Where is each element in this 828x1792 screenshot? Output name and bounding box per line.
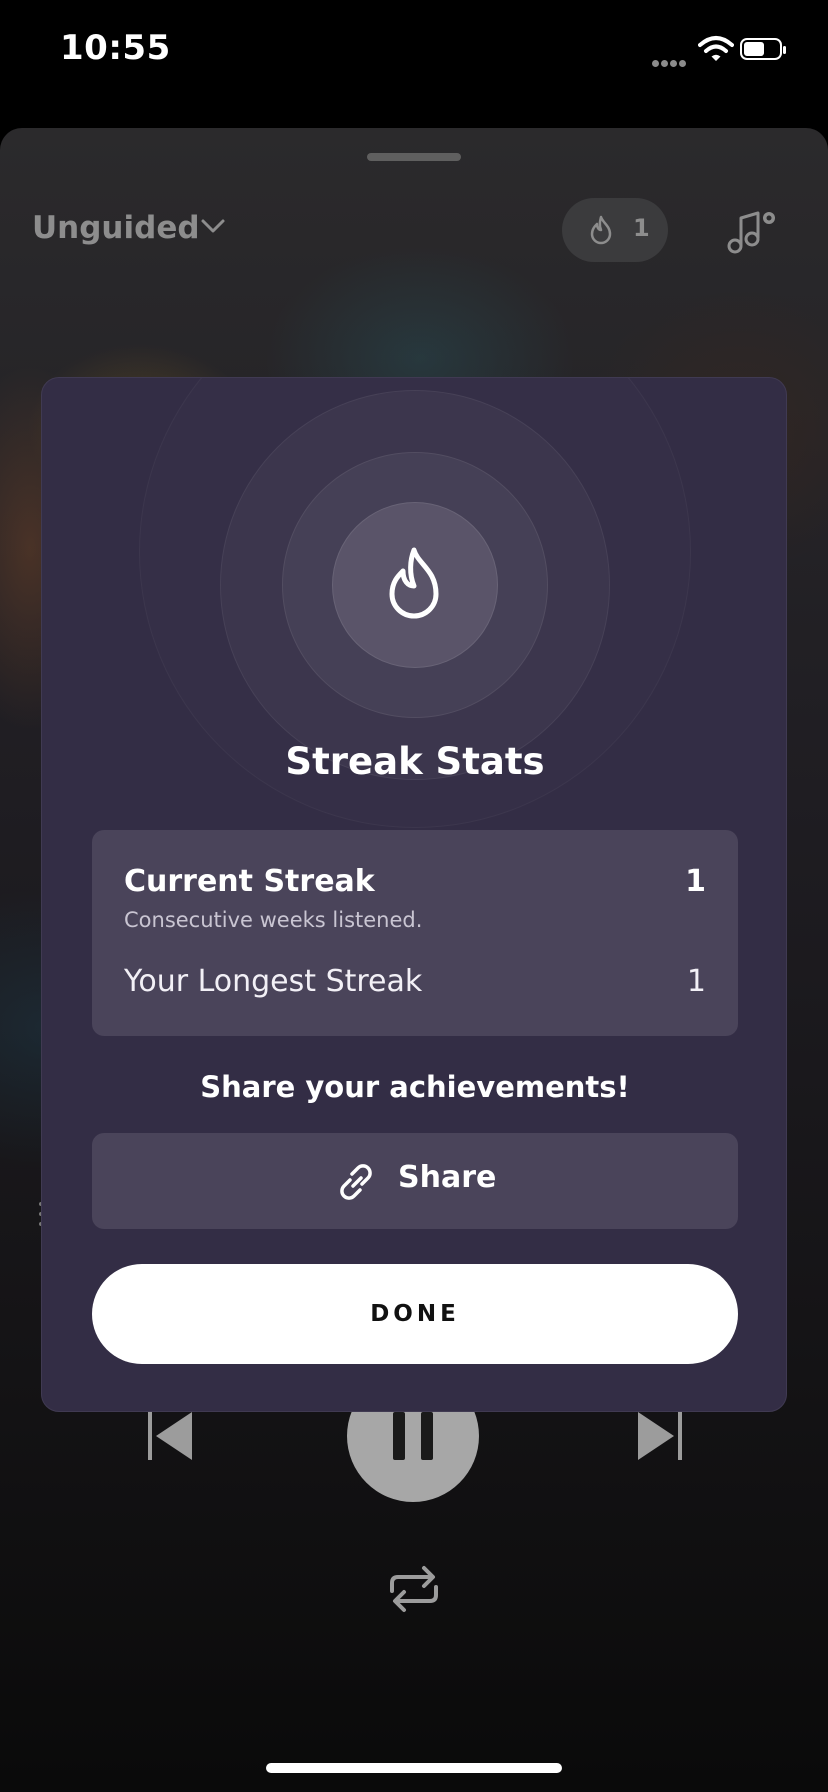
longest-streak-value: 1 bbox=[686, 964, 706, 999]
streak-button[interactable]: 1 bbox=[562, 198, 668, 262]
share-label: Share bbox=[398, 1160, 497, 1195]
share-heading: Share your achievements! bbox=[200, 1070, 630, 1104]
pause-icon bbox=[421, 1412, 433, 1460]
current-streak-description: Consecutive weeks listened. bbox=[124, 908, 423, 932]
previous-icon[interactable] bbox=[146, 1410, 196, 1462]
status-bar: 10:55 bbox=[0, 0, 828, 110]
battery-icon bbox=[740, 38, 786, 60]
flame-icon bbox=[590, 215, 612, 245]
longest-streak-label: Your Longest Streak bbox=[124, 964, 423, 999]
done-button[interactable]: DONE bbox=[92, 1264, 738, 1364]
sheet-grabber[interactable] bbox=[367, 153, 461, 161]
mode-selector-label[interactable]: Unguided bbox=[32, 210, 200, 246]
home-indicator[interactable] bbox=[266, 1763, 562, 1773]
cellular-signal-icon bbox=[652, 52, 688, 71]
chevron-down-icon[interactable] bbox=[200, 216, 226, 236]
share-button[interactable]: Share bbox=[92, 1133, 738, 1229]
streak-stats-card: Current Streak 1 Consecutive weeks liste… bbox=[92, 830, 738, 1036]
modal-title: Streak Stats bbox=[285, 740, 545, 783]
repeat-icon[interactable] bbox=[386, 1563, 442, 1615]
link-icon bbox=[340, 1164, 372, 1200]
next-icon[interactable] bbox=[634, 1410, 684, 1462]
music-settings-icon[interactable] bbox=[726, 206, 780, 256]
streak-stats-modal: Streak Stats Current Streak 1 Consecutiv… bbox=[41, 377, 787, 1412]
flame-icon bbox=[389, 547, 439, 619]
status-time: 10:55 bbox=[60, 28, 171, 68]
pause-icon bbox=[393, 1412, 405, 1460]
current-streak-label: Current Streak bbox=[124, 864, 375, 899]
streak-count: 1 bbox=[633, 214, 650, 242]
wifi-icon bbox=[698, 36, 734, 61]
current-streak-value: 1 bbox=[685, 864, 706, 899]
